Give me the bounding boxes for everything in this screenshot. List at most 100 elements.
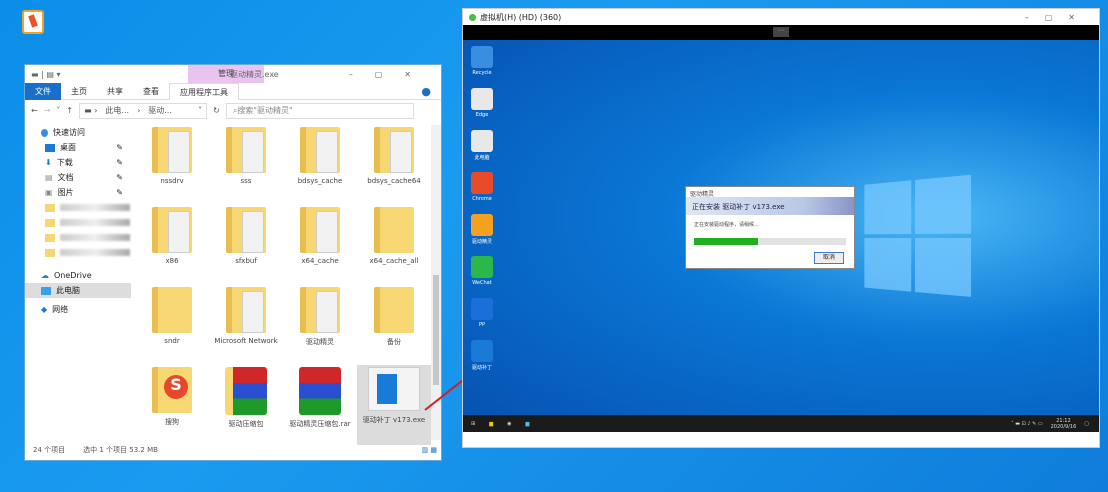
desktop-icon-label: 驱动补丁 xyxy=(471,365,492,371)
desktop-icon[interactable] xyxy=(471,256,493,278)
sidebar-item-folder[interactable] xyxy=(25,230,131,245)
file-item[interactable]: nssdrv xyxy=(135,125,209,205)
file-item[interactable]: Microsoft Network xyxy=(209,285,283,365)
file-name: 驱动补丁 v173.exe xyxy=(362,416,426,424)
sidebar-item-folder[interactable] xyxy=(25,215,131,230)
desktop-icon[interactable] xyxy=(471,88,493,110)
file-item[interactable]: x86 xyxy=(135,205,209,285)
desktop-icon[interactable] xyxy=(471,214,493,236)
sidebar-item-folder[interactable] xyxy=(25,245,131,260)
clock-date: 2020/9/16 xyxy=(1050,423,1077,430)
up-icon[interactable]: ↑ xyxy=(66,106,73,115)
address-row: ← → ˅ ↑ ▬ › 此电... › 驱动... ˅ ↻ ⌕ 搜索"驱动精灵" xyxy=(25,100,441,121)
back-icon[interactable]: ← xyxy=(31,106,38,115)
ribbon-tabs: 文件 主页 共享 查看 应用程序工具 ● xyxy=(25,82,441,100)
picture-icon: ▣ xyxy=(45,188,53,197)
desktop-icon[interactable] xyxy=(471,46,493,68)
sidebar-item-documents[interactable]: ▤ 文档 ✎ xyxy=(25,170,131,185)
file-item[interactable]: sss xyxy=(209,125,283,205)
file-name: sndr xyxy=(164,337,180,345)
refresh-button[interactable]: ↻ xyxy=(213,106,220,115)
desktop-icon-label: Recycle xyxy=(472,70,492,76)
forward-icon[interactable]: → xyxy=(44,106,51,115)
file-name: 备份 xyxy=(387,338,401,346)
file-item[interactable]: S 搜狗 xyxy=(135,365,209,445)
cancel-button[interactable]: 取消 xyxy=(814,252,844,264)
sogou-icon: S xyxy=(152,367,192,413)
file-name: 驱动压缩包 xyxy=(228,420,264,428)
folder-icon xyxy=(152,207,192,253)
winrar-icon xyxy=(299,367,341,415)
virtual-machine-window: 虚拟机(H) (HD) (360) –▢✕ ⋯ 驱动精灵 正在安装 驱动补丁 v1… xyxy=(462,8,1100,448)
sidebar-item-quick-access[interactable]: 快速访问 xyxy=(25,125,131,140)
window-controls[interactable]: –▢✕ xyxy=(1025,13,1099,22)
tab-file[interactable]: 文件 xyxy=(25,82,61,100)
file-name: 搜狗 xyxy=(165,418,179,426)
folder-icon xyxy=(300,207,340,253)
search-input[interactable]: ⌕ 搜索"驱动精灵" xyxy=(225,102,414,119)
sidebar-item-network[interactable]: ◆ 网络 xyxy=(25,302,131,317)
file-item[interactable]: bdsys_cache64 xyxy=(357,125,431,205)
recent-icon[interactable]: ˅ xyxy=(56,106,60,115)
file-item[interactable]: x64_cache xyxy=(283,205,357,285)
address-bar[interactable]: ▬ › 此电... › 驱动... ˅ xyxy=(79,102,208,119)
view-toggle-icons[interactable]: ▥ ▦ xyxy=(422,446,441,454)
sidebar-item-pictures[interactable]: ▣ 图片 ✎ xyxy=(25,185,131,200)
sidebar-item-this-pc[interactable]: 此电脑 xyxy=(25,283,131,298)
file-name: x64_cache xyxy=(301,257,339,265)
quick-access-toolbar[interactable]: ▬ | ▤ ▾ xyxy=(31,70,60,79)
desktop-icon[interactable] xyxy=(471,130,493,152)
sidebar-item-desktop[interactable]: 桌面 ✎ xyxy=(25,140,131,155)
notification-icon[interactable]: ▢ xyxy=(1084,421,1089,427)
file-item[interactable]: x64_cache_all xyxy=(357,205,431,285)
file-name: bdsys_cache xyxy=(297,177,343,185)
file-item[interactable]: sfxbuf xyxy=(209,205,283,285)
toolbar-handle[interactable]: ⋯ xyxy=(773,27,789,37)
app-taskbar-icon[interactable]: ▆ xyxy=(525,421,529,427)
desktop-icon-label: 此电脑 xyxy=(474,155,490,161)
file-item[interactable]: 驱动压缩包 xyxy=(209,365,283,445)
desktop-app-icon[interactable] xyxy=(22,10,44,34)
file-item[interactable]: 备份 xyxy=(357,285,431,365)
install-dialog: 驱动精灵 正在安装 驱动补丁 v173.exe 正在安装驱动程序，请稍候... … xyxy=(685,186,855,269)
tab-app-tools[interactable]: 应用程序工具 xyxy=(169,82,239,100)
window-title: 驱动精灵.exe xyxy=(230,69,279,79)
file-item[interactable]: 驱动精灵压缩包.rar xyxy=(283,365,357,445)
folder-icon xyxy=(226,207,266,253)
star-icon xyxy=(41,128,48,137)
folder-icon xyxy=(45,233,55,242)
folder-icon xyxy=(45,218,55,227)
start-icon[interactable]: ⊞ xyxy=(471,421,475,427)
desktop-icon[interactable] xyxy=(471,172,493,194)
desktop-icon[interactable] xyxy=(471,298,493,320)
download-icon: ⬇ xyxy=(45,158,52,167)
network-icon: ◆ xyxy=(41,305,48,314)
explorer-taskbar-icon[interactable]: ▆ xyxy=(489,421,493,427)
vm-title: 虚拟机(H) (HD) (360) xyxy=(480,12,562,22)
vm-toolbar: ⋯ xyxy=(463,25,1099,40)
help-icon[interactable]: ● xyxy=(411,85,441,98)
folder-icon xyxy=(374,127,414,173)
tab-share[interactable]: 共享 xyxy=(97,86,133,97)
sidebar-item-onedrive[interactable]: ☁ OneDrive xyxy=(25,268,131,283)
sidebar-item-folder[interactable] xyxy=(25,200,131,215)
app-taskbar-icon[interactable]: ◉ xyxy=(507,421,511,427)
file-explorer-window: ▬ | ▤ ▾ 管理 驱动精灵.exe –▢✕ 文件 主页 共享 查看 应用程序… xyxy=(24,64,442,461)
tab-home[interactable]: 主页 xyxy=(61,86,97,97)
file-name: Microsoft Network xyxy=(214,337,278,345)
file-item[interactable]: bdsys_cache xyxy=(283,125,357,205)
desktop-icon-label: 驱动精灵 xyxy=(471,239,492,245)
progress-bar xyxy=(694,238,846,245)
file-item[interactable]: 驱动精灵 xyxy=(283,285,357,365)
file-name: 驱动精灵 xyxy=(306,338,334,346)
tab-view[interactable]: 查看 xyxy=(133,86,169,97)
desktop-icon-label: PP xyxy=(478,322,486,328)
file-name: nssdrv xyxy=(160,177,184,185)
selection-info: 选中 1 个项目 53.2 MB xyxy=(83,446,158,454)
window-controls[interactable]: –▢✕ xyxy=(349,70,433,79)
desktop-icon[interactable] xyxy=(471,340,493,362)
sidebar-item-downloads[interactable]: ⬇ 下载 ✎ xyxy=(25,155,131,170)
desktop-icon-label: Chrome xyxy=(472,196,492,202)
file-item[interactable]: sndr xyxy=(135,285,209,365)
folder-icon xyxy=(374,287,414,333)
